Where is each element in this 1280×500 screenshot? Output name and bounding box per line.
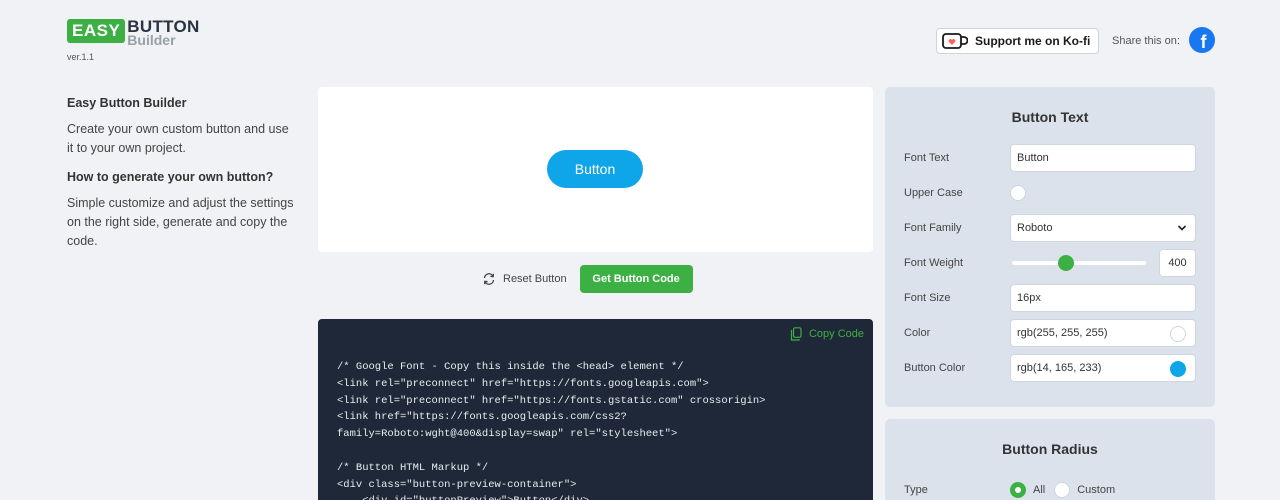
color-row: Color rgb(255, 255, 255) bbox=[904, 319, 1196, 347]
font-text-row: Font Text Button bbox=[904, 144, 1196, 172]
reset-label: Reset Button bbox=[503, 273, 567, 285]
logo[interactable]: EASY BUTTON Builder ver.1.1 bbox=[67, 18, 200, 62]
kofi-cup-icon bbox=[942, 33, 968, 49]
button-radius-panel: Button Radius Type All Custom bbox=[885, 419, 1215, 500]
button-color-swatch[interactable] bbox=[1170, 361, 1186, 377]
info-title: Easy Button Builder bbox=[67, 96, 187, 110]
button-color-value: rgb(14, 165, 233) bbox=[1017, 362, 1102, 374]
button-preview-area: Button bbox=[318, 87, 873, 252]
upper-case-toggle[interactable] bbox=[1010, 185, 1026, 201]
font-weight-value[interactable]: 400 bbox=[1159, 249, 1196, 277]
font-size-row: Font Size 16px bbox=[904, 284, 1196, 312]
reset-button[interactable]: Reset Button bbox=[482, 272, 567, 286]
font-weight-row: Font Weight 400 bbox=[904, 249, 1196, 277]
font-family-label: Font Family bbox=[904, 222, 962, 234]
copy-code-button[interactable]: Copy Code bbox=[790, 327, 864, 341]
font-family-row: Font Family Roboto bbox=[904, 214, 1196, 242]
version-label: ver.1.1 bbox=[67, 52, 95, 62]
font-size-label: Font Size bbox=[904, 292, 951, 304]
radius-custom-radio[interactable] bbox=[1054, 482, 1071, 498]
font-family-value: Roboto bbox=[1017, 222, 1053, 234]
radius-type-label: Type bbox=[904, 484, 928, 496]
button-text-panel: Button Text Font Text Button Upper Case … bbox=[885, 87, 1215, 407]
button-radius-panel-title: Button Radius bbox=[1002, 441, 1098, 457]
color-swatch[interactable] bbox=[1170, 326, 1186, 342]
code-block: Copy Code /* Google Font - Copy this ins… bbox=[318, 319, 873, 500]
kofi-support-button[interactable]: Support me on Ko-fi bbox=[936, 28, 1099, 54]
upper-case-row: Upper Case bbox=[904, 179, 1196, 207]
share-label: Share this on: bbox=[1112, 35, 1180, 47]
font-weight-slider-thumb[interactable] bbox=[1057, 255, 1074, 271]
how-title: How to generate your own button? bbox=[67, 170, 274, 184]
color-value: rgb(255, 255, 255) bbox=[1017, 327, 1108, 339]
copy-code-label: Copy Code bbox=[808, 328, 864, 340]
info-section: Easy Button Builder Create your own cust… bbox=[67, 96, 297, 263]
font-size-input[interactable]: 16px bbox=[1010, 284, 1196, 312]
refresh-icon bbox=[483, 273, 495, 285]
font-weight-label: Font Weight bbox=[904, 257, 964, 269]
button-color-label: Button Color bbox=[904, 362, 966, 374]
font-family-select[interactable]: Roboto bbox=[1010, 214, 1196, 242]
radius-all-radio[interactable] bbox=[1010, 482, 1026, 498]
get-button-code-button[interactable]: Get Button Code bbox=[579, 265, 693, 293]
preview-button[interactable]: Button bbox=[547, 150, 643, 188]
font-weight-slider[interactable] bbox=[1012, 255, 1146, 271]
logo-easy: EASY bbox=[67, 19, 126, 43]
how-text: Simple customize and adjust the settings… bbox=[67, 196, 294, 248]
copy-icon bbox=[790, 327, 802, 341]
info-description: Create your own custom button and use it… bbox=[67, 122, 289, 155]
button-text-panel-title: Button Text bbox=[1011, 109, 1089, 125]
action-bar: Reset Button Get Button Code bbox=[482, 265, 693, 293]
upper-case-label: Upper Case bbox=[904, 187, 963, 199]
chevron-down-icon bbox=[1177, 225, 1187, 231]
radius-all-label: All bbox=[1033, 484, 1046, 496]
facebook-icon[interactable]: f bbox=[1189, 27, 1215, 53]
button-color-input[interactable]: rgb(14, 165, 233) bbox=[1010, 354, 1196, 382]
color-input[interactable]: rgb(255, 255, 255) bbox=[1010, 319, 1196, 347]
button-color-row: Button Color rgb(14, 165, 233) bbox=[904, 354, 1196, 382]
font-text-label: Font Text bbox=[904, 152, 950, 164]
color-label: Color bbox=[904, 327, 931, 339]
font-text-input[interactable]: Button bbox=[1010, 144, 1196, 172]
radius-custom-label: Custom bbox=[1077, 484, 1116, 496]
kofi-label: Support me on Ko-fi bbox=[975, 34, 1091, 48]
code-content: /* Google Font - Copy this inside the <h… bbox=[337, 361, 766, 500]
radius-type-row: Type All Custom bbox=[904, 476, 1196, 500]
